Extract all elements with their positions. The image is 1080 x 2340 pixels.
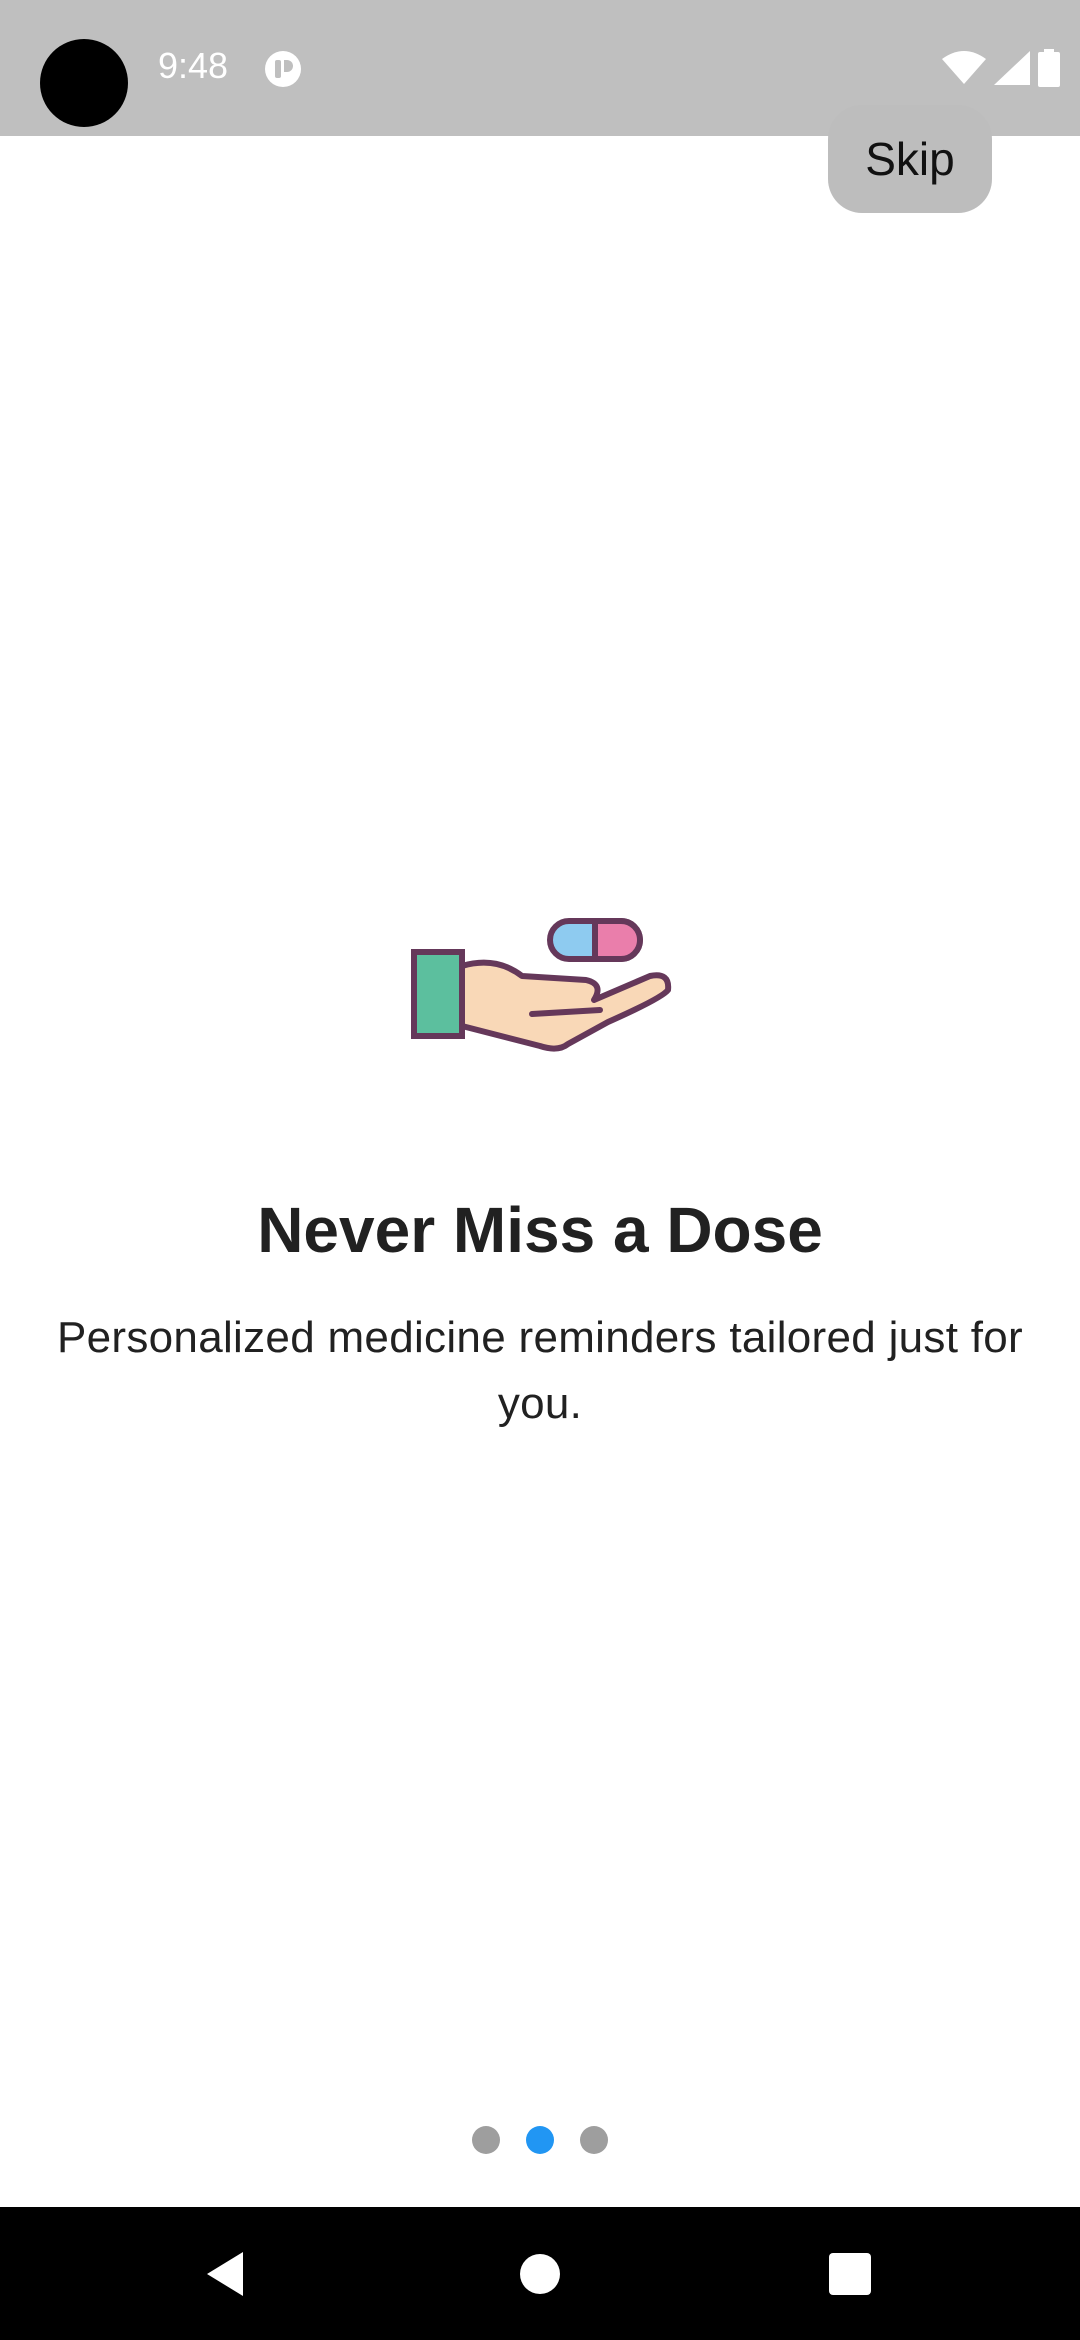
home-icon bbox=[520, 2253, 560, 2294]
skip-button[interactable]: Skip bbox=[828, 105, 992, 213]
onboarding-title: Never Miss a Dose bbox=[257, 1194, 823, 1266]
back-button[interactable] bbox=[145, 2207, 305, 2340]
battery-icon bbox=[1038, 49, 1060, 87]
signal-icon bbox=[994, 51, 1030, 85]
recents-button[interactable] bbox=[770, 2207, 930, 2340]
app-notification-icon bbox=[265, 51, 301, 87]
page-indicator bbox=[0, 2125, 1080, 2155]
wifi-icon bbox=[942, 51, 986, 84]
page-dot-2-active[interactable] bbox=[526, 2126, 554, 2154]
onboarding-description: Personalized medicine reminders tailored… bbox=[56, 1313, 1024, 1428]
hand-holding-pill-icon bbox=[411, 918, 672, 1052]
navigation-bar bbox=[0, 2207, 1080, 2340]
status-icons bbox=[942, 48, 1060, 88]
status-time: 9:48 bbox=[158, 45, 229, 86]
recents-icon bbox=[829, 2252, 871, 2295]
page-dot-3[interactable] bbox=[580, 2126, 608, 2154]
back-icon bbox=[207, 2251, 243, 2296]
home-button[interactable] bbox=[460, 2207, 620, 2340]
page-dot-1[interactable] bbox=[472, 2126, 500, 2154]
camera-cutout bbox=[40, 39, 128, 127]
